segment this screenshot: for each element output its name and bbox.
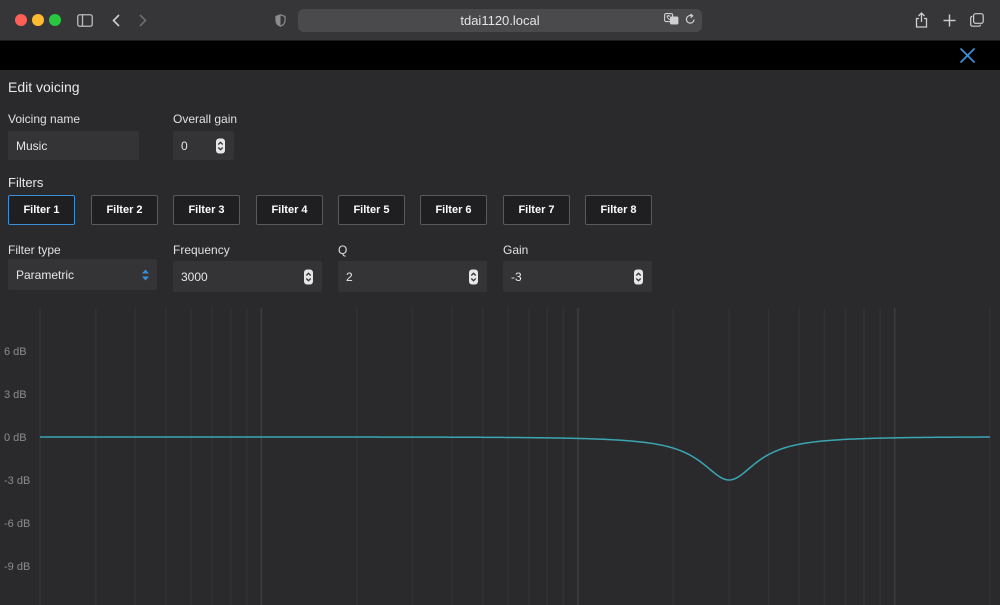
frequency-value: 3000 [181, 269, 208, 284]
frequency-stepper[interactable]: 3000 [173, 261, 322, 292]
back-icon[interactable] [110, 10, 122, 30]
share-icon[interactable] [913, 10, 929, 30]
tab-overview-icon[interactable] [969, 10, 985, 30]
stepper-arrows-icon[interactable] [634, 269, 643, 284]
zoom-window-button[interactable] [49, 14, 61, 26]
q-value: 2 [346, 269, 353, 284]
y-tick-label: -6 dB [4, 518, 30, 530]
stepper-arrows-icon[interactable] [469, 269, 478, 284]
overall-gain-value: 0 [181, 138, 188, 153]
url-text: tdai1120.local [460, 13, 540, 28]
tab-filter-7[interactable]: Filter 7 [503, 195, 570, 225]
y-tick-label: -9 dB [4, 561, 30, 573]
close-window-button[interactable] [15, 14, 27, 26]
app-header-bar [0, 41, 1000, 70]
voicing-name-input[interactable]: Music [8, 131, 139, 160]
tab-filter-2[interactable]: Filter 2 [91, 195, 158, 225]
tab-filter-6[interactable]: Filter 6 [420, 195, 487, 225]
filters-title: Filters [8, 175, 44, 190]
page-title: Edit voicing [8, 79, 80, 95]
overall-gain-stepper[interactable]: 0 [173, 131, 234, 160]
new-tab-icon[interactable] [941, 10, 957, 30]
frequency-response-chart: 6 dB 3 dB 0 dB -3 dB -6 dB -9 dB [4, 308, 991, 605]
browser-toolbar: tdai1120.local [0, 0, 1000, 41]
tab-filter-1[interactable]: Filter 1 [8, 195, 75, 225]
response-curve [40, 436, 991, 481]
q-label: Q [338, 243, 348, 257]
tab-filter-3[interactable]: Filter 3 [173, 195, 240, 225]
chart-y-axis: 6 dB 3 dB 0 dB -3 dB -6 dB -9 dB [4, 346, 30, 573]
address-bar[interactable]: tdai1120.local [298, 9, 702, 32]
filter-type-value: Parametric [16, 267, 75, 282]
y-tick-label: 0 dB [4, 432, 27, 444]
gain-value: -3 [511, 269, 522, 284]
sidebar-toggle-icon[interactable] [76, 10, 94, 30]
forward-icon[interactable] [137, 10, 149, 30]
stepper-arrows-icon[interactable] [304, 269, 313, 284]
y-tick-label: -3 dB [4, 475, 30, 487]
tab-filter-8[interactable]: Filter 8 [585, 195, 652, 225]
close-icon[interactable] [959, 47, 976, 64]
filter-type-select[interactable]: Parametric [8, 259, 157, 290]
voicing-name-value: Music [16, 138, 48, 153]
y-tick-label: 6 dB [4, 346, 27, 358]
filter-type-label: Filter type [8, 243, 61, 257]
gain-stepper[interactable]: -3 [503, 261, 652, 292]
minimize-window-button[interactable] [32, 14, 44, 26]
chart-vertical-gridlines [39, 308, 991, 605]
tab-filter-5[interactable]: Filter 5 [338, 195, 405, 225]
frequency-label: Frequency [173, 243, 230, 257]
privacy-shield-icon[interactable] [274, 10, 286, 30]
select-arrows-icon [142, 269, 149, 280]
gain-label: Gain [503, 243, 529, 257]
translate-icon[interactable] [664, 13, 679, 28]
reload-icon[interactable] [685, 13, 696, 28]
q-stepper[interactable]: 2 [338, 261, 487, 292]
overall-gain-label: Overall gain [173, 112, 238, 126]
voicing-name-label: Voicing name [8, 112, 81, 126]
stepper-arrows-icon[interactable] [216, 138, 225, 153]
y-tick-label: 3 dB [4, 389, 27, 401]
tab-filter-4[interactable]: Filter 4 [256, 195, 323, 225]
